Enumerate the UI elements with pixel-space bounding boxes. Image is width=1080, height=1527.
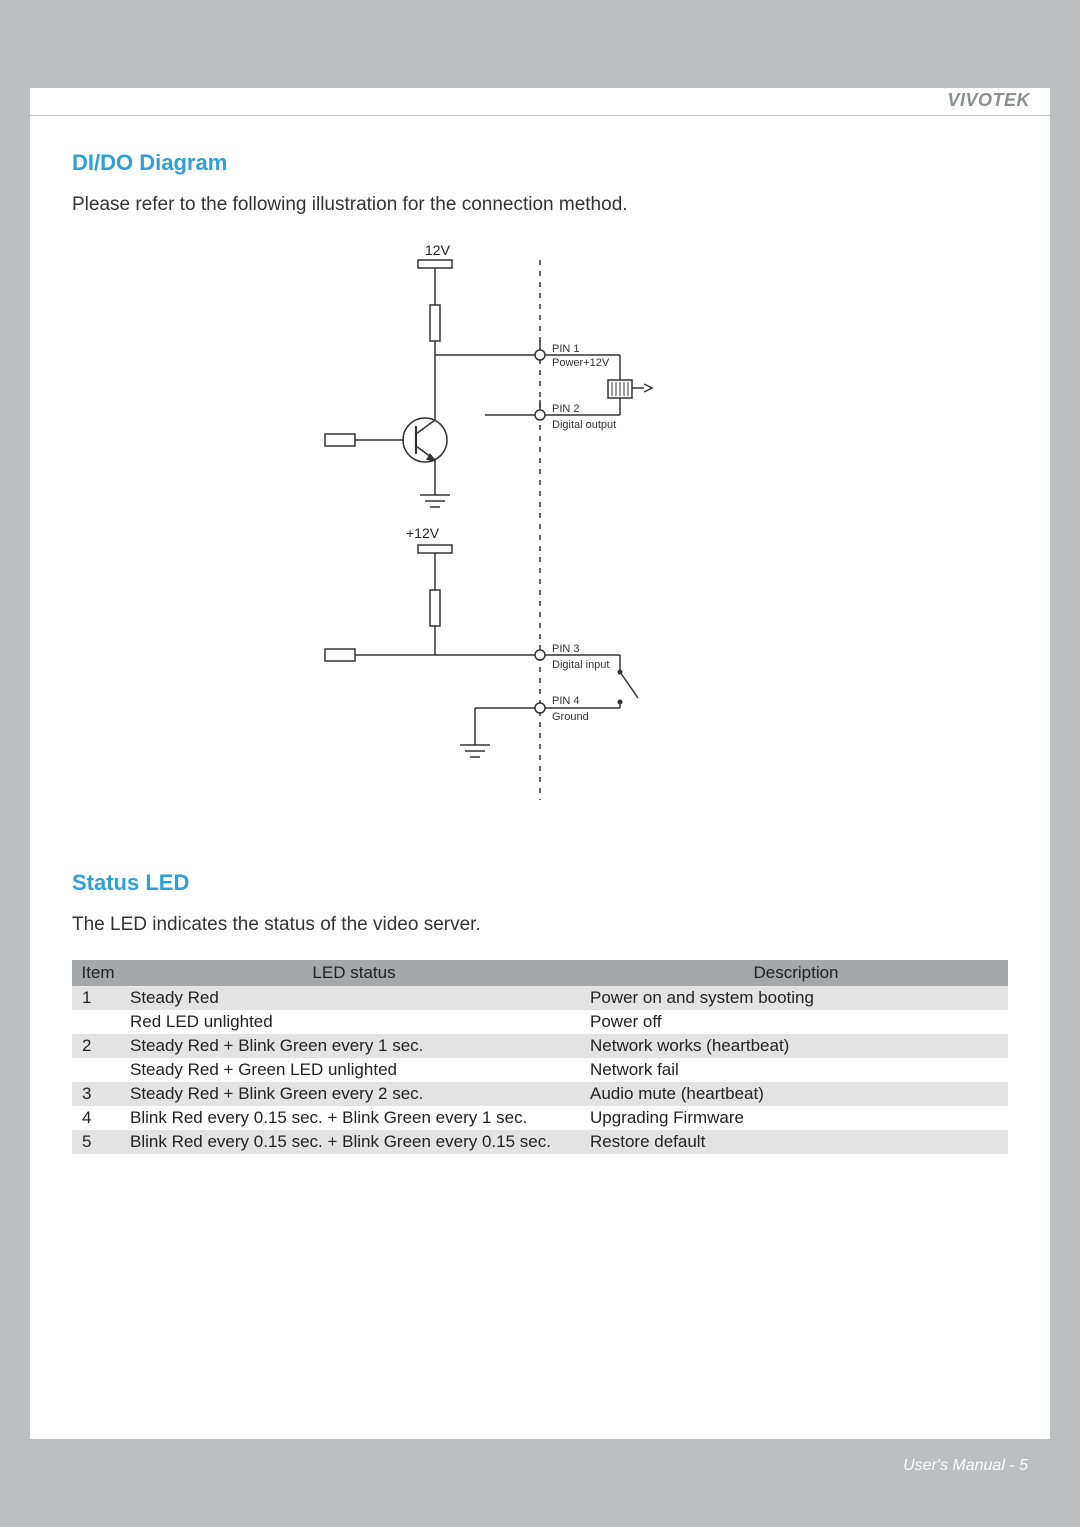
- table-cell-item: [72, 1058, 124, 1082]
- status-led-heading: Status LED: [72, 870, 1008, 896]
- table-cell-desc: Restore default: [584, 1130, 1008, 1154]
- table-cell-item: 4: [72, 1106, 124, 1130]
- table-cell-status: Steady Red + Green LED unlighted: [124, 1058, 584, 1082]
- pin3-desc: Digital input: [552, 659, 609, 671]
- table-cell-status: Blink Red every 0.15 sec. + Blink Green …: [124, 1130, 584, 1154]
- pin1-desc: Power+12V: [552, 357, 610, 369]
- diagram-svg: 12V PIN 1 Power+12V: [260, 240, 820, 800]
- header-band: VIVOTEK: [30, 88, 1050, 116]
- pin4-desc: Ground: [552, 711, 589, 723]
- pin3-label: PIN 3: [552, 643, 580, 655]
- table-cell-desc: Upgrading Firmware: [584, 1106, 1008, 1130]
- table-cell-item: 1: [72, 986, 124, 1010]
- table-cell-item: 5: [72, 1130, 124, 1154]
- dido-diagram: 12V PIN 1 Power+12V: [260, 240, 820, 800]
- status-led-section: Status LED The LED indicates the status …: [72, 870, 1008, 1154]
- footer-text: User's Manual - 5: [903, 1457, 1028, 1474]
- table-cell-status: Steady Red: [124, 986, 584, 1010]
- table-cell-item: 3: [72, 1082, 124, 1106]
- table-row: 3Steady Red + Blink Green every 2 sec.Au…: [72, 1082, 1008, 1106]
- table-cell-status: Red LED unlighted: [124, 1010, 584, 1034]
- dido-intro-text: Please refer to the following illustrati…: [72, 194, 1008, 216]
- table-cell-desc: Power off: [584, 1010, 1008, 1034]
- table-cell-desc: Power on and system booting: [584, 986, 1008, 1010]
- pin2-label: PIN 2: [552, 403, 580, 415]
- table-cell-desc: Network works (heartbeat): [584, 1034, 1008, 1058]
- relay-icon: [608, 380, 652, 398]
- table-row: Red LED unlightedPower off: [72, 1010, 1008, 1034]
- table-cell-item: 2: [72, 1034, 124, 1058]
- voltage-12v-label: 12V: [425, 242, 451, 258]
- voltage-plus12v-label: +12V: [406, 525, 440, 541]
- table-row: 4Blink Red every 0.15 sec. + Blink Green…: [72, 1106, 1008, 1130]
- table-row: 1Steady RedPower on and system booting: [72, 986, 1008, 1010]
- top-grey-band: [30, 30, 1050, 88]
- table-cell-status: Blink Red every 0.15 sec. + Blink Green …: [124, 1106, 584, 1130]
- table-row: Steady Red + Green LED unlightedNetwork …: [72, 1058, 1008, 1082]
- status-led-table: Item LED status Description 1Steady RedP…: [72, 960, 1008, 1154]
- table-header-status: LED status: [124, 960, 584, 986]
- table-cell-status: Steady Red + Blink Green every 1 sec.: [124, 1034, 584, 1058]
- table-header-desc: Description: [584, 960, 1008, 986]
- table-row: 5Blink Red every 0.15 sec. + Blink Green…: [72, 1130, 1008, 1154]
- pin4-label: PIN 4: [552, 695, 580, 707]
- pin2-desc: Digital output: [552, 419, 616, 431]
- footer: User's Manual - 5: [30, 1439, 1050, 1497]
- status-led-intro: The LED indicates the status of the vide…: [72, 914, 1008, 936]
- table-cell-item: [72, 1010, 124, 1034]
- pin1-label: PIN 1: [552, 343, 580, 355]
- dido-diagram-heading: DI/DO Diagram: [72, 150, 1008, 176]
- table-row: 2Steady Red + Blink Green every 1 sec.Ne…: [72, 1034, 1008, 1058]
- page: VIVOTEK DI/DO Diagram Please refer to th…: [30, 30, 1050, 1497]
- transistor-icon: [403, 418, 447, 462]
- table-cell-status: Steady Red + Blink Green every 2 sec.: [124, 1082, 584, 1106]
- brand-label: VIVOTEK: [947, 90, 1030, 111]
- table-header-item: Item: [72, 960, 124, 986]
- table-cell-desc: Network fail: [584, 1058, 1008, 1082]
- content-area: DI/DO Diagram Please refer to the follow…: [30, 116, 1050, 1154]
- table-cell-desc: Audio mute (heartbeat): [584, 1082, 1008, 1106]
